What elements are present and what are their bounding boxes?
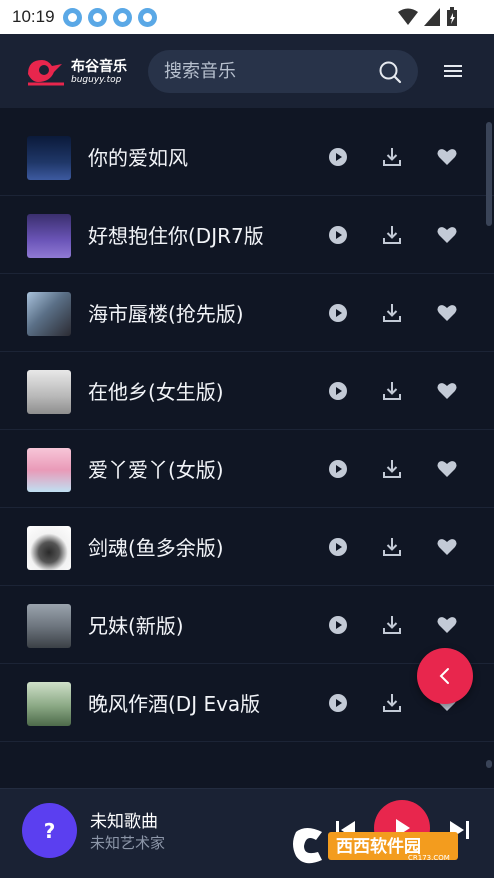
- heart-icon[interactable]: [436, 536, 458, 558]
- song-title: 兄妹(新版): [88, 614, 184, 638]
- brand-name: 布谷音乐: [71, 59, 127, 75]
- play-icon[interactable]: [327, 536, 349, 558]
- scrollbar-end: [486, 760, 492, 768]
- play-icon[interactable]: [327, 458, 349, 480]
- song-list: 你的爱如风 好想抱住你(DJR7版 海市蜃楼(抢先版) 在他乡(女生版) 爱丫爱…: [0, 118, 494, 742]
- heart-icon[interactable]: [436, 458, 458, 480]
- download-icon[interactable]: [381, 458, 403, 480]
- download-icon[interactable]: [381, 536, 403, 558]
- notification-icon: [87, 7, 107, 27]
- play-icon[interactable]: [327, 692, 349, 714]
- notification-icon: [137, 7, 157, 27]
- song-title: 好想抱住你(DJR7版: [88, 224, 264, 248]
- track-title: 未知歌曲: [90, 812, 158, 832]
- song-title: 剑魂(鱼多余版): [88, 536, 224, 560]
- brand-url: buguyy.top: [71, 75, 122, 85]
- album-cover: [27, 292, 71, 336]
- play-icon[interactable]: [327, 380, 349, 402]
- song-row[interactable]: 爱丫爱丫(女版): [0, 430, 494, 508]
- heart-icon[interactable]: [436, 380, 458, 402]
- watermark-url: CR173.COM: [408, 854, 450, 862]
- song-row[interactable]: 海市蜃楼(抢先版): [0, 274, 494, 352]
- song-title: 在他乡(女生版): [88, 380, 224, 404]
- bird-logo-icon: [28, 60, 64, 86]
- battery-icon: [447, 7, 457, 26]
- heart-icon[interactable]: [436, 146, 458, 168]
- track-avatar[interactable]: ?: [22, 803, 77, 858]
- song-row[interactable]: 在他乡(女生版): [0, 352, 494, 430]
- play-icon[interactable]: [327, 146, 349, 168]
- song-title: 你的爱如风: [88, 146, 188, 170]
- album-cover: [27, 448, 71, 492]
- download-icon[interactable]: [381, 380, 403, 402]
- play-icon[interactable]: [327, 614, 349, 636]
- menu-icon[interactable]: [440, 59, 466, 83]
- collapse-button[interactable]: [417, 648, 473, 704]
- song-row[interactable]: 你的爱如风: [0, 118, 494, 196]
- song-row[interactable]: 兄妹(新版): [0, 586, 494, 664]
- heart-icon[interactable]: [436, 302, 458, 324]
- play-icon[interactable]: [327, 224, 349, 246]
- song-title: 海市蜃楼(抢先版): [88, 302, 244, 326]
- notification-icon: [62, 7, 82, 27]
- download-icon[interactable]: [381, 692, 403, 714]
- album-cover: [27, 136, 71, 180]
- download-icon[interactable]: [381, 146, 403, 168]
- search-input[interactable]: [164, 50, 364, 93]
- status-bar: 10:19: [0, 0, 494, 34]
- search-icon[interactable]: [378, 60, 402, 84]
- app-header: 布谷音乐 buguyy.top: [0, 34, 494, 108]
- watermark-logo: 西西软件园 CR173.COM: [293, 828, 458, 864]
- heart-icon[interactable]: [436, 224, 458, 246]
- download-icon[interactable]: [381, 614, 403, 636]
- album-cover: [27, 214, 71, 258]
- song-row[interactable]: 剑魂(鱼多余版): [0, 508, 494, 586]
- scrollbar[interactable]: [486, 122, 492, 226]
- track-artist: 未知艺术家: [90, 834, 166, 852]
- signal-icon: [424, 8, 440, 26]
- chevron-left-icon: [439, 668, 449, 684]
- play-icon[interactable]: [327, 302, 349, 324]
- heart-icon[interactable]: [436, 614, 458, 636]
- notification-icon: [112, 7, 132, 27]
- album-cover: [27, 604, 71, 648]
- album-cover: [27, 526, 71, 570]
- song-title: 晚风作酒(DJ Eva版: [88, 692, 261, 716]
- status-time: 10:19: [12, 7, 55, 26]
- download-icon[interactable]: [381, 224, 403, 246]
- album-cover: [27, 682, 71, 726]
- song-row[interactable]: 好想抱住你(DJR7版: [0, 196, 494, 274]
- search-box[interactable]: [148, 50, 418, 93]
- download-icon[interactable]: [381, 302, 403, 324]
- wifi-icon: [398, 8, 418, 25]
- song-title: 爱丫爱丫(女版): [88, 458, 224, 482]
- album-cover: [27, 370, 71, 414]
